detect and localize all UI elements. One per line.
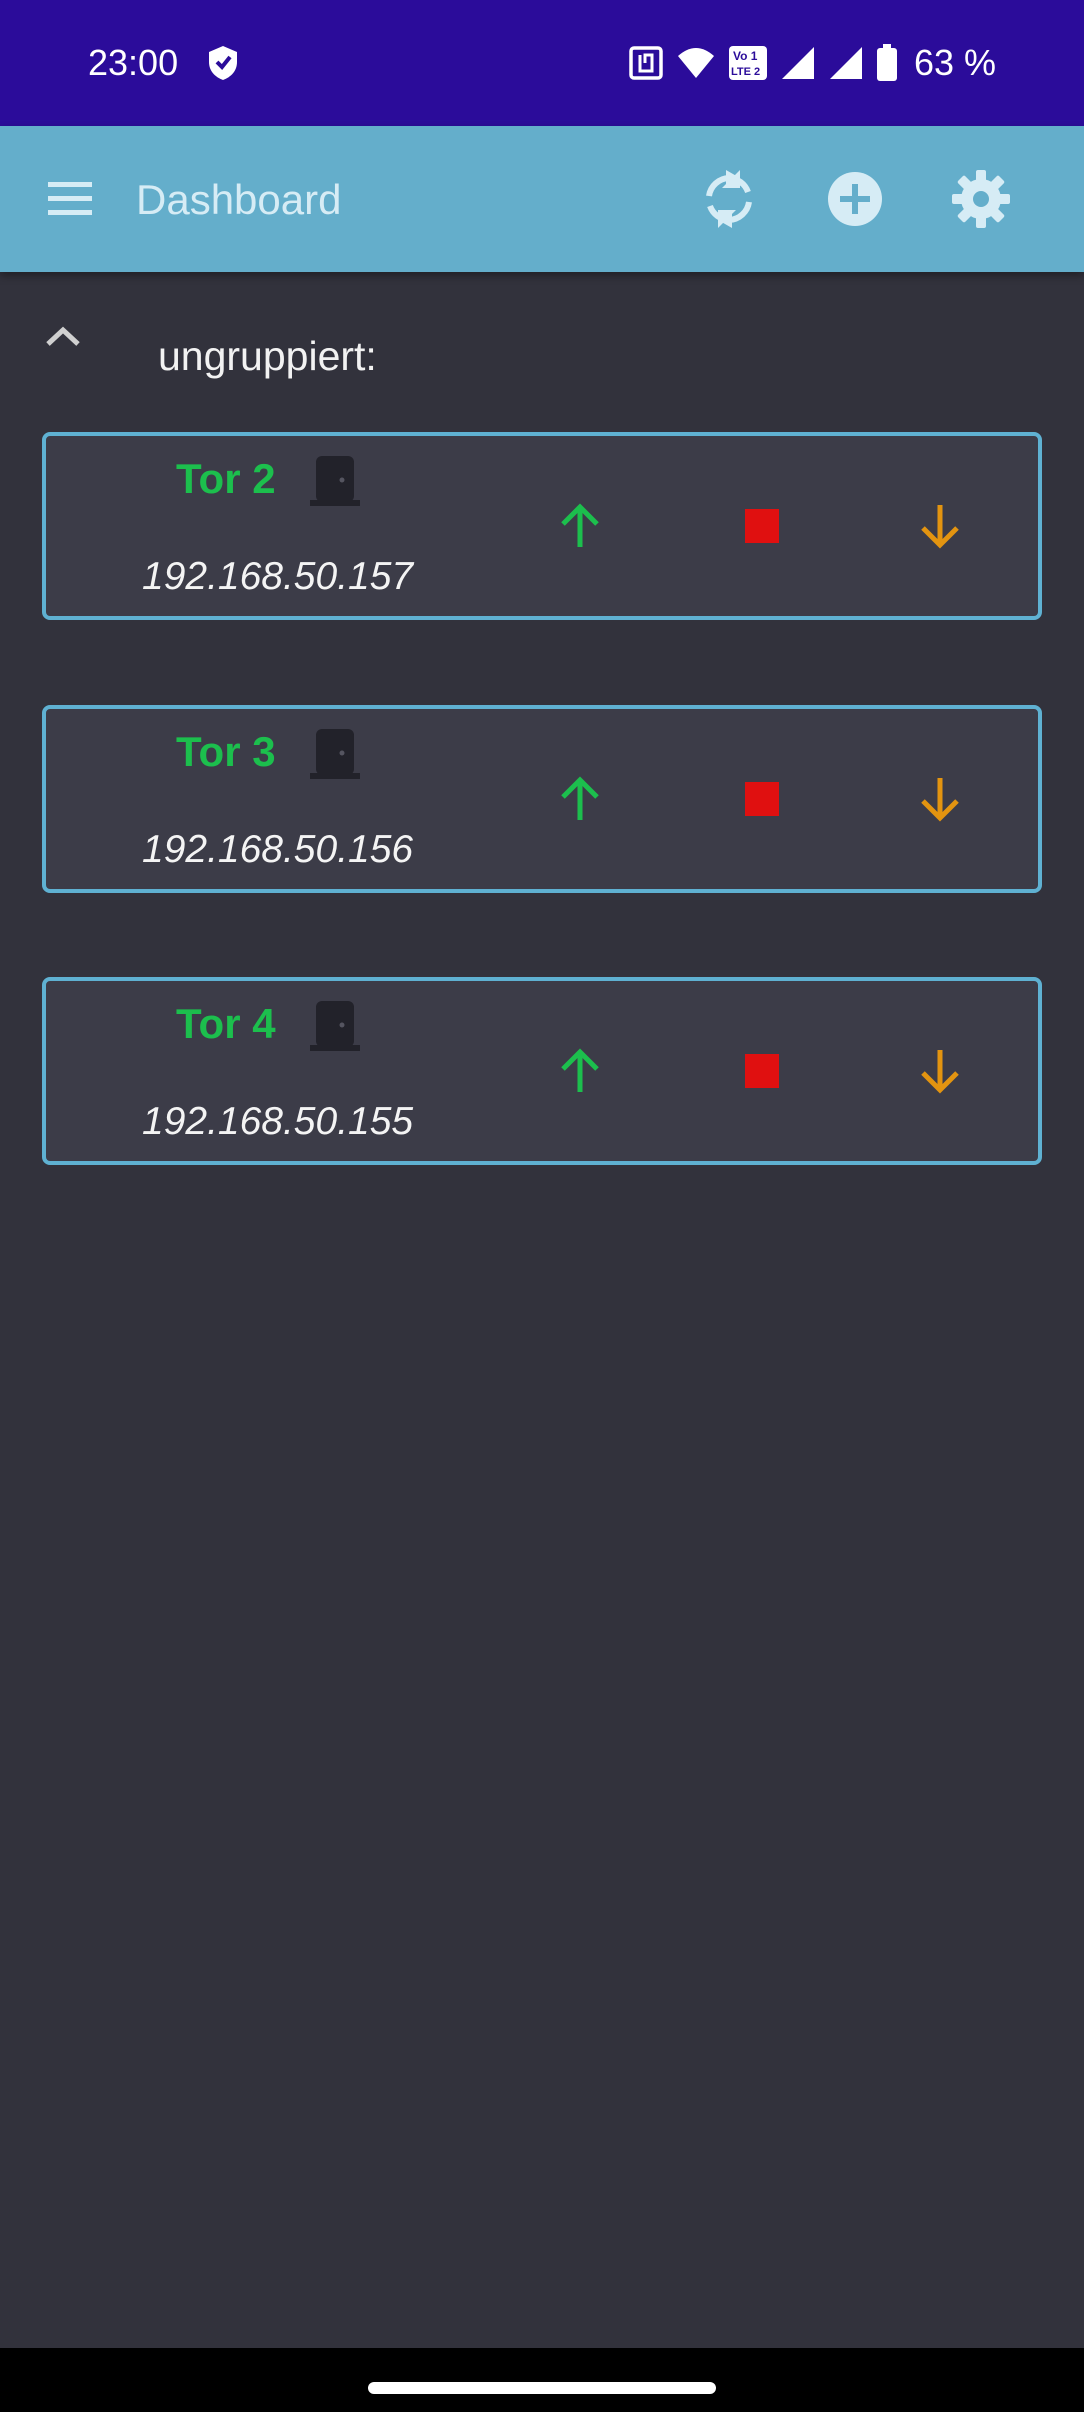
device-name: Tor 2 xyxy=(176,455,276,502)
home-gesture-handle[interactable] xyxy=(368,2382,716,2394)
refresh-icon[interactable] xyxy=(696,166,762,232)
page-title: Dashboard xyxy=(136,176,342,223)
arrow-down-icon xyxy=(921,778,959,822)
stop-button[interactable] xyxy=(730,494,794,558)
settings-icon[interactable] xyxy=(948,166,1014,232)
device-card[interactable]: Tor 2 192.168.50.157 xyxy=(42,432,1042,620)
stop-button[interactable] xyxy=(730,767,794,831)
device-ip: 192.168.50.155 xyxy=(142,1100,414,1143)
device-name: Tor 4 xyxy=(176,1000,276,1047)
stop-icon xyxy=(745,509,779,543)
close-button[interactable] xyxy=(908,1039,972,1103)
shield-icon xyxy=(209,46,237,80)
add-icon[interactable] xyxy=(822,166,888,232)
arrow-down-icon xyxy=(921,1050,959,1094)
navigation-bar xyxy=(0,2348,1084,2412)
battery-icon xyxy=(876,44,897,81)
open-button[interactable] xyxy=(548,767,612,831)
app-bar: Dashboard xyxy=(0,126,1084,272)
group-label: ungruppiert: xyxy=(158,333,377,379)
arrow-up-icon xyxy=(561,503,599,547)
arrow-up-icon xyxy=(561,776,599,820)
battery-percent: 63 % xyxy=(913,42,996,83)
system-icons: Vo 1 LTE 2 63 % xyxy=(628,36,996,90)
svg-text:Vo 1: Vo 1 xyxy=(733,49,758,63)
close-button[interactable] xyxy=(908,494,972,558)
arrow-up-icon xyxy=(561,1048,599,1092)
collapse-chevron-icon[interactable] xyxy=(40,322,86,352)
stop-icon xyxy=(745,782,779,816)
open-button[interactable] xyxy=(548,494,612,558)
device-name: Tor 3 xyxy=(176,728,276,775)
volte-icon: Vo 1 LTE 2 xyxy=(728,46,767,80)
door-icon xyxy=(310,729,360,779)
device-ip: 192.168.50.157 xyxy=(142,555,414,598)
signal-icon xyxy=(829,47,862,79)
door-icon xyxy=(310,1001,360,1051)
close-button[interactable] xyxy=(908,767,972,831)
wifi-icon xyxy=(677,48,714,78)
open-button[interactable] xyxy=(548,1039,612,1103)
stop-icon xyxy=(745,1054,779,1088)
device-card[interactable]: Tor 3 192.168.50.156 xyxy=(42,705,1042,893)
device-card[interactable]: Tor 4 192.168.50.155 xyxy=(42,977,1042,1165)
nfc-icon xyxy=(629,46,663,80)
svg-text:LTE 2: LTE 2 xyxy=(731,66,760,78)
stop-button[interactable] xyxy=(730,1039,794,1103)
menu-icon[interactable] xyxy=(44,174,96,224)
device-ip: 192.168.50.156 xyxy=(142,828,414,871)
status-time: 23:00 xyxy=(88,42,179,83)
status-bar: 23:00 Vo 1 LTE 2 63 % xyxy=(0,0,1084,126)
door-icon xyxy=(310,456,360,506)
arrow-down-icon xyxy=(921,505,959,549)
signal-icon xyxy=(781,47,814,79)
